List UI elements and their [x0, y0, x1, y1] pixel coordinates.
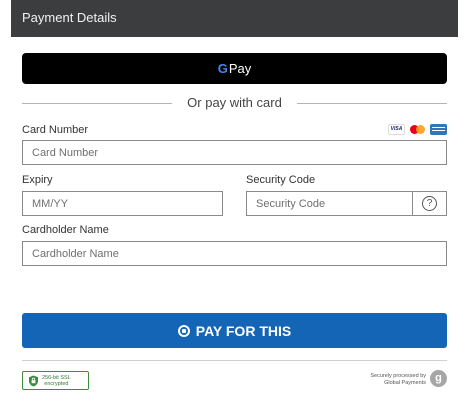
amex-icon — [430, 124, 447, 135]
card-number-label: Card Number — [22, 124, 89, 136]
expiry-input[interactable] — [22, 191, 223, 216]
ssl-badge: 256-bit SSL encrypted — [22, 371, 89, 390]
pay-button[interactable]: PAY FOR THIS — [22, 313, 447, 348]
google-pay-button[interactable]: G Pay — [22, 53, 447, 84]
global-payments-logo: g — [430, 370, 447, 387]
question-icon: ? — [422, 196, 437, 211]
security-code-input[interactable] — [246, 191, 413, 216]
secure-lock-icon — [177, 324, 190, 337]
card-brand-icons: VISA — [388, 124, 447, 135]
divider-line-right — [297, 103, 447, 104]
mastercard-icon — [409, 124, 426, 135]
google-pay-label: Pay — [228, 61, 252, 76]
payment-header: Payment Details — [11, 0, 458, 37]
shield-lock-icon — [28, 375, 39, 387]
footer-separator — [22, 360, 447, 361]
cardholder-name-label: Cardholder Name — [22, 224, 109, 236]
expiry-label: Expiry — [22, 174, 53, 186]
security-code-help-button[interactable]: ? — [412, 191, 447, 216]
page-title: Payment Details — [22, 10, 117, 25]
pay-button-label: PAY FOR THIS — [195, 322, 292, 339]
cardholder-name-input[interactable] — [22, 241, 447, 266]
card-number-input[interactable] — [22, 140, 447, 165]
security-code-label: Security Code — [246, 174, 316, 186]
or-divider: Or pay with card — [22, 94, 447, 112]
google-g-icon: G — [217, 61, 228, 76]
secure-processing-text: Securely processed by Global Payments — [370, 373, 426, 386]
visa-icon: VISA — [388, 124, 405, 135]
ssl-badge-text: 256-bit SSL encrypted — [42, 374, 71, 387]
